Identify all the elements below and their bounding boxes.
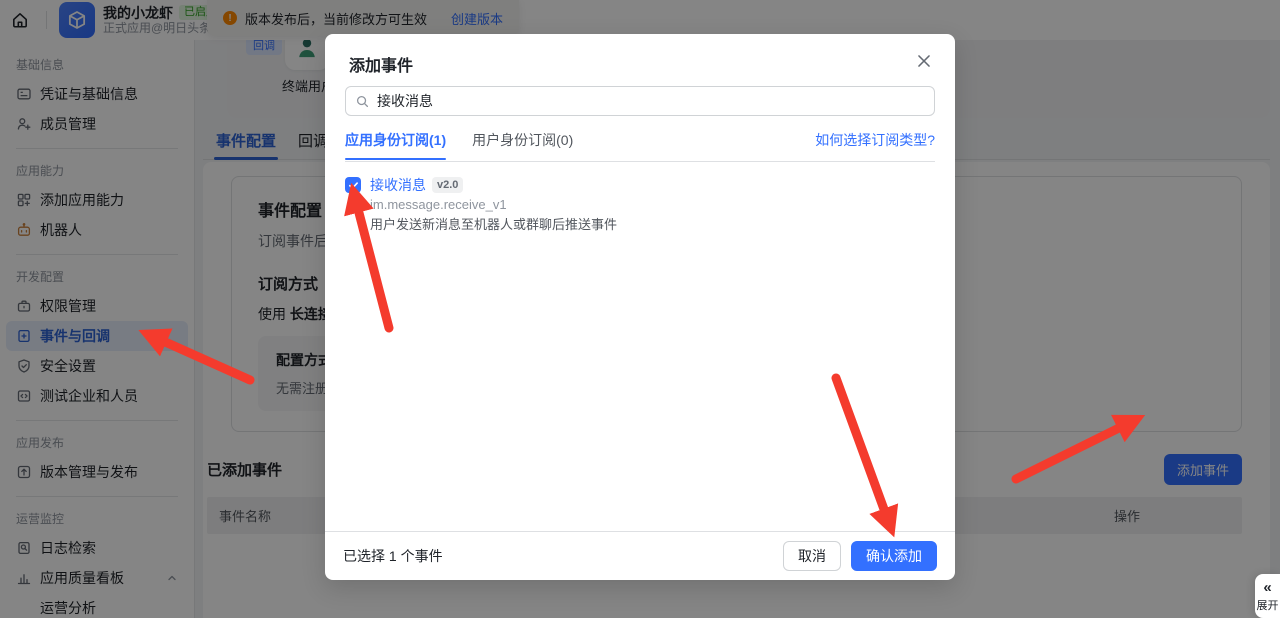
- event-search-box: [345, 86, 935, 116]
- event-version-badge: v2.0: [432, 177, 463, 193]
- tab-app-subscription[interactable]: 应用身份订阅(1): [345, 130, 446, 160]
- event-list: 接收消息 v2.0 im.message.receive_v1 用户发送新消息至…: [345, 176, 935, 531]
- search-icon: [355, 94, 370, 109]
- tab-user-subscription[interactable]: 用户身份订阅(0): [472, 130, 573, 160]
- event-search-input[interactable]: [377, 93, 925, 109]
- close-button[interactable]: [915, 52, 933, 70]
- event-code: im.message.receive_v1: [370, 197, 617, 214]
- modal-title: 添加事件: [349, 52, 413, 76]
- event-name: 接收消息: [370, 176, 426, 194]
- event-description: 用户发送新消息至机器人或群聊后推送事件: [370, 217, 617, 234]
- selected-count-text: 已选择 1 个事件: [343, 546, 443, 566]
- subscription-type-help-link[interactable]: 如何选择订阅类型?: [815, 130, 935, 150]
- event-list-item[interactable]: 接收消息 v2.0 im.message.receive_v1 用户发送新消息至…: [345, 176, 935, 234]
- modal-footer: 已选择 1 个事件 取消 确认添加: [325, 531, 955, 580]
- close-icon: [915, 52, 933, 70]
- confirm-add-button[interactable]: 确认添加: [851, 541, 937, 571]
- app-window: 我的小龙虾 已启用 正式应用@明日头条 ! 版本发布后，当前修改方可生效 创建版…: [0, 0, 1280, 618]
- expand-label: 展开: [1257, 597, 1279, 613]
- check-icon: [348, 180, 359, 191]
- double-chevron-left-icon: «: [1263, 580, 1271, 595]
- modal-tabs: 应用身份订阅(1) 用户身份订阅(0) 如何选择订阅类型?: [345, 130, 935, 162]
- cancel-button[interactable]: 取消: [783, 541, 841, 571]
- add-event-modal: 添加事件 应用身份订阅(1) 用户身份订阅(0) 如何选择订阅类型? 接收消息 …: [325, 34, 955, 580]
- expand-panel-button[interactable]: « 展开: [1255, 574, 1280, 618]
- event-checkbox[interactable]: [345, 177, 361, 193]
